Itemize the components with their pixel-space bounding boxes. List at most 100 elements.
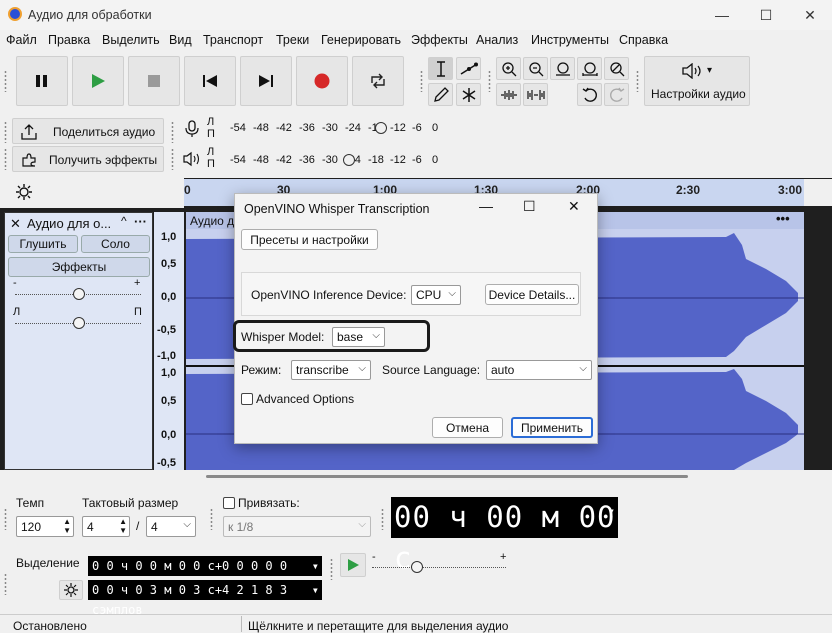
clip-menu-icon[interactable]: •••	[776, 211, 790, 226]
microphone-icon	[185, 120, 199, 137]
rec-meter-scale[interactable]: -54 -48 -42 -36 -30 -24 -18 -12 -6 0	[228, 122, 448, 136]
tempo-input[interactable]: 120 ▲ ▼	[16, 516, 74, 537]
toolbar-grip[interactable]	[3, 70, 8, 92]
device-details-button[interactable]: Device Details...	[485, 284, 579, 305]
dialog-maximize-button[interactable]: ☐	[523, 198, 536, 215]
zoom-toggle-button[interactable]	[604, 57, 629, 80]
menu-select[interactable]: Выделить	[102, 33, 160, 47]
meter-denominator-select[interactable]: 4 ⌵	[146, 516, 196, 537]
undo-button[interactable]	[577, 83, 602, 106]
cancel-button[interactable]: Отмена	[432, 417, 503, 438]
menu-analyze[interactable]: Анализ	[476, 33, 518, 47]
stop-button[interactable]	[128, 56, 180, 106]
play-volume-thumb[interactable]	[343, 154, 355, 166]
audio-setup-button[interactable]: ▾ Настройки аудио	[644, 56, 750, 106]
menu-view[interactable]: Вид	[169, 33, 192, 47]
speaker-icon	[183, 151, 200, 167]
skip-end-button[interactable]	[240, 56, 292, 106]
menu-help[interactable]: Справка	[619, 33, 668, 47]
menu-generate[interactable]: Генерировать	[321, 33, 401, 47]
menu-tracks[interactable]: Треки	[276, 33, 309, 47]
time-format-arrow-icon[interactable]: ▾	[608, 491, 616, 532]
fit-project-button[interactable]	[577, 57, 602, 80]
track-collapse-icon[interactable]: ^	[121, 214, 127, 228]
menu-tools[interactable]: Инструменты	[531, 33, 609, 47]
mute-button[interactable]: Глушить	[8, 235, 78, 253]
gear-icon[interactable]	[15, 183, 33, 201]
track-menu-icon[interactable]: ···	[134, 214, 147, 229]
scrollbar-thumb[interactable]	[206, 475, 688, 478]
big-time-display[interactable]: 00 ч 00 м 00 с ▾	[391, 497, 618, 575]
model-select[interactable]: base ⌵	[332, 327, 385, 347]
play-button[interactable]	[72, 56, 124, 106]
snap-select[interactable]: к 1/8 ⌵	[223, 516, 371, 537]
multi-tool-button[interactable]	[456, 83, 481, 106]
solo-button[interactable]: Соло	[81, 235, 150, 253]
rec-meter-grip[interactable]	[170, 121, 175, 143]
tools-grip[interactable]	[419, 70, 424, 92]
edit-grip[interactable]	[487, 70, 492, 92]
meter-spin-icon[interactable]: ▲ ▼	[119, 517, 127, 535]
maximize-button[interactable]: ☐	[756, 6, 776, 24]
get-effects-button[interactable]: Получить эффекты	[12, 146, 164, 172]
effects-grip[interactable]	[3, 148, 8, 170]
apply-button[interactable]: Применить	[511, 417, 593, 438]
minimize-button[interactable]: —	[712, 6, 732, 24]
selection-end-time[interactable]: 0 0 ч 0 3 м 0 3 с+4 2 1 8 3 сэмплов ▾	[88, 580, 322, 617]
menu-transport[interactable]: Транспорт	[203, 33, 263, 47]
silence-button[interactable]	[523, 83, 548, 106]
redo-button[interactable]	[604, 83, 629, 106]
dialog-close-button[interactable]: ✕	[568, 198, 580, 215]
share-audio-button[interactable]: Поделиться аудио	[12, 118, 164, 144]
trim-button[interactable]	[496, 83, 521, 106]
close-button[interactable]: ✕	[800, 6, 820, 24]
rec-volume-thumb[interactable]	[375, 122, 387, 134]
play-at-speed-button[interactable]	[340, 553, 366, 577]
snap-grip[interactable]	[209, 508, 214, 530]
language-select[interactable]: auto ⌵	[486, 360, 592, 380]
menu-edit[interactable]: Правка	[48, 33, 90, 47]
presets-button[interactable]: Пресеты и настройки	[241, 229, 378, 250]
menu-file[interactable]: Файл	[6, 33, 37, 47]
time-signature-grip[interactable]	[3, 508, 8, 530]
menu-effects[interactable]: Эффекты	[411, 33, 468, 47]
dialog-minimize-button[interactable]: —	[479, 198, 493, 214]
zoom-out-button[interactable]	[523, 57, 548, 80]
selection-settings-button[interactable]	[59, 580, 83, 600]
device-group: OpenVINO Inference Device: CPU ⌵ Device D…	[241, 272, 581, 316]
track-control-panel[interactable]: ✕ Аудио для о... ^ ··· Глушить Соло Эффе…	[4, 212, 153, 470]
tempo-spin-icon[interactable]: ▲ ▼	[63, 517, 71, 535]
speed-slider-thumb[interactable]	[411, 561, 423, 573]
loop-button[interactable]	[352, 56, 404, 106]
envelope-tool-button[interactable]	[456, 57, 481, 80]
selection-tool-button[interactable]	[428, 57, 453, 80]
fit-selection-button[interactable]	[550, 57, 575, 80]
audio-setup-grip[interactable]	[635, 70, 640, 92]
play-meter-scale[interactable]: -54 -48 -42 -36 -30 -24 -18 -12 -6 0	[228, 154, 448, 168]
zoom-in-button[interactable]	[496, 57, 521, 80]
share-grip[interactable]	[3, 121, 8, 143]
snap-checkbox[interactable]	[223, 497, 235, 509]
track-close-button[interactable]: ✕	[10, 216, 21, 232]
advanced-checkbox[interactable]	[241, 393, 253, 405]
track-name[interactable]: Аудио для о...	[27, 216, 111, 231]
record-button[interactable]	[296, 56, 348, 106]
horizontal-scrollbar[interactable]	[0, 470, 832, 484]
gain-slider-thumb[interactable]	[73, 288, 85, 300]
selection-start-time[interactable]: 0 0 ч 0 0 м 0 0 с+0 0 0 0 0 сэмплов ▾	[88, 556, 322, 593]
pause-button[interactable]	[16, 56, 68, 106]
time-display-grip[interactable]	[380, 508, 385, 530]
speed-slider-track[interactable]	[372, 567, 506, 568]
mode-select[interactable]: transcribe ⌵	[291, 360, 371, 380]
skip-start-button[interactable]	[184, 56, 236, 106]
meter-numerator-input[interactable]: 4 ▲ ▼	[82, 516, 130, 537]
device-select[interactable]: CPU ⌵	[411, 285, 461, 305]
draw-tool-button[interactable]	[428, 83, 453, 106]
play-at-speed-grip[interactable]	[329, 558, 334, 580]
model-value: base	[337, 330, 364, 344]
selection-grip[interactable]	[3, 573, 8, 595]
pan-slider-thumb[interactable]	[73, 317, 85, 329]
play-meter-grip[interactable]	[170, 148, 175, 170]
play-tick: -6	[412, 154, 422, 166]
track-effects-button[interactable]: Эффекты	[8, 257, 150, 277]
